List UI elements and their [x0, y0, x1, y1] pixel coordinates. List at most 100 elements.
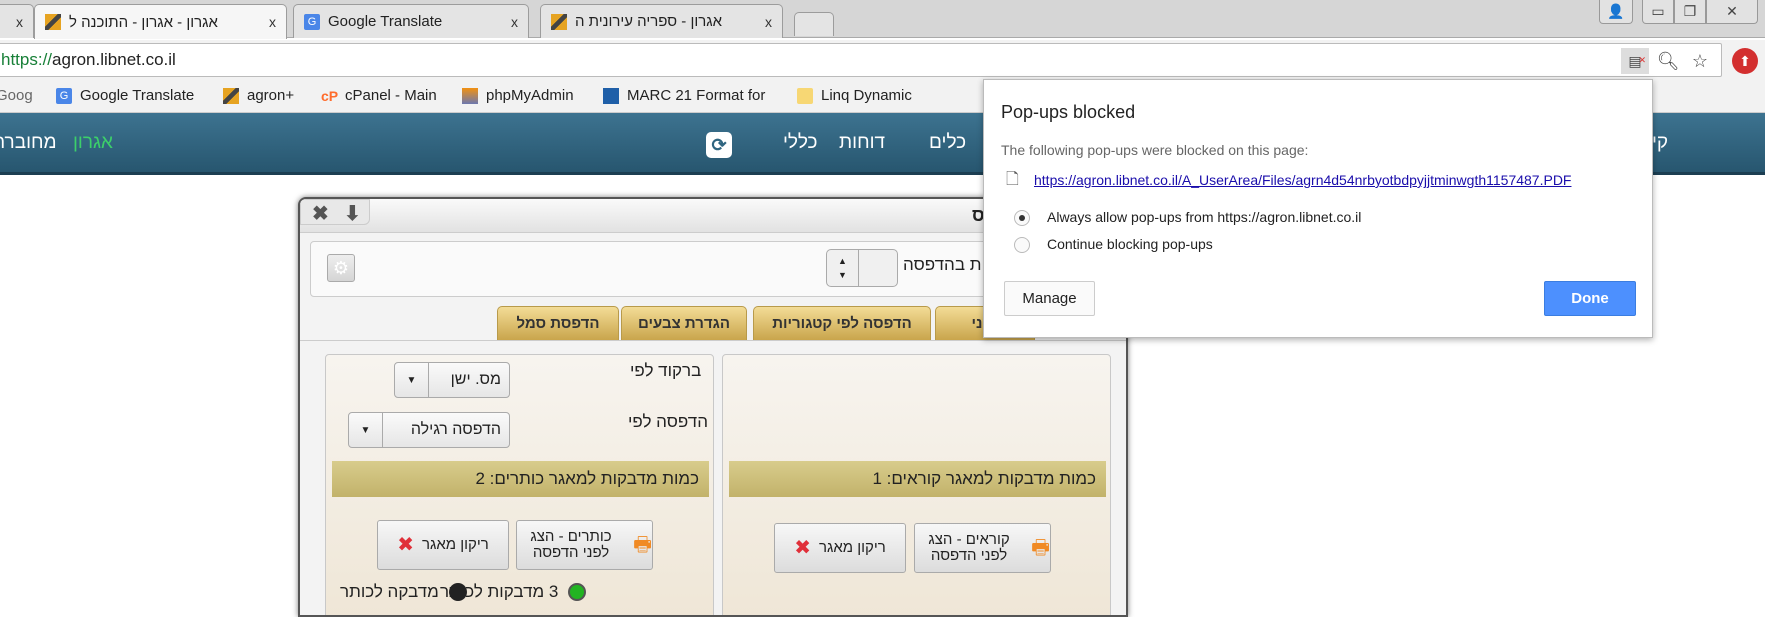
titles-clear-button[interactable]: ריקון מאגר ✖	[377, 520, 509, 570]
agron-icon	[223, 87, 239, 104]
titles-count-header: כמות מדבקות למאגר כותרים: 2	[332, 461, 709, 497]
bookmark-marc[interactable]: MARC 21 Format for	[603, 87, 765, 104]
extension-icon[interactable]: ⬆	[1732, 48, 1758, 74]
readers-clear-button[interactable]: ריקון מאגר ✖	[774, 523, 906, 573]
refresh-icon[interactable]: ⟳	[706, 132, 732, 158]
cpanel-icon: cP	[321, 87, 339, 104]
button-label: קוראים - הצג לפני הדפסה	[928, 531, 1010, 564]
titles-preview-button[interactable]: 🖶 כותרים - הצג לפני הדפסה	[516, 520, 653, 570]
barcode-value: מס. ישן	[450, 371, 501, 388]
red-x-icon: ✖	[397, 534, 414, 556]
bookmark-phpmyadmin[interactable]: phpMyAdmin	[462, 87, 574, 104]
popup-blocked-icon[interactable]: ▤ ✕	[1621, 48, 1649, 74]
copies-value[interactable]	[859, 250, 897, 286]
close-window-button[interactable]: ✕	[1706, 0, 1758, 24]
brand-name: אגרון	[73, 132, 113, 153]
tab-print-symbol[interactable]: הדפסת סמל	[497, 306, 619, 340]
url-host: agron.libnet.co.il	[52, 50, 176, 69]
copies-label: ת בהדפסה	[903, 255, 982, 274]
print-by-label: הדפסה לפי	[628, 412, 708, 431]
agron-icon	[45, 14, 61, 30]
folder-icon	[797, 87, 813, 104]
stepper-up-icon[interactable]: ▲	[838, 254, 847, 268]
done-button[interactable]: Done	[1544, 281, 1636, 316]
bookmark-label: MARC 21 Format for	[627, 87, 766, 104]
popup-title: Pop-ups blocked	[1001, 102, 1136, 122]
tab-title: Google Translate	[328, 13, 443, 30]
readers-count-header: כמות מדבקות למאגר קוראים: 1	[729, 461, 1106, 497]
always-allow-label[interactable]: Always allow pop-ups from https://agron.…	[1047, 209, 1361, 225]
barcode-select[interactable]: מס. ישן ▼	[394, 362, 510, 398]
google-translate-icon: G	[56, 87, 72, 104]
bookmark-label: phpMyAdmin	[486, 87, 574, 104]
tab-partial[interactable]: x	[0, 4, 34, 38]
tab-color-settings[interactable]: הגדרת צבעים	[621, 306, 747, 340]
connection-status: מחוברת	[0, 132, 57, 153]
bookmark-google-translate[interactable]: G Google Translate	[56, 87, 194, 104]
black-indicator-icon	[448, 583, 467, 601]
tab-agron-active[interactable]: אגרון - אגרון - התוכנה ל x	[34, 4, 287, 39]
tab-close[interactable]: x	[269, 14, 276, 30]
file-icon: 🗋	[1006, 171, 1019, 188]
bookmark-cpanel[interactable]: cP cPanel - Main	[321, 87, 437, 104]
nav-item-tools[interactable]: כלים	[929, 132, 966, 154]
bookmark-label: cPanel - Main	[345, 87, 437, 104]
agron-icon	[551, 13, 567, 30]
star-icon[interactable]: ☆	[1686, 48, 1714, 74]
print-by-value: הדפסה רגילה	[410, 421, 501, 438]
printer-icon: 🖶	[1031, 537, 1050, 559]
tab-strip: x אגרון - אגרון - התוכנה ל x G Google Tr…	[0, 0, 1765, 39]
url-scheme: https://	[1, 50, 53, 69]
minimize-button[interactable]: ▭	[1642, 0, 1674, 24]
dropdown-arrow-icon: ▼	[349, 413, 383, 447]
readers-preview-button[interactable]: 🖶 קוראים - הצג לפני הדפסה	[914, 523, 1051, 573]
bookmark-label: Linq Dynamic	[821, 87, 912, 104]
one-label-option[interactable]: מדבקה לכותר	[340, 582, 467, 602]
button-label: ריקון מאגר	[818, 539, 886, 556]
blocked-popup-link[interactable]: https://agron.libnet.co.il/A_UserArea/Fi…	[1034, 172, 1571, 188]
new-tab-button[interactable]	[794, 12, 834, 36]
red-x-icon: ✖	[794, 537, 811, 559]
tab-close[interactable]: x	[16, 14, 23, 30]
option-label: מדבקה לכותר	[340, 582, 439, 601]
tab-google-translate[interactable]: G Google Translate x	[293, 4, 529, 38]
google-translate-icon: G	[304, 13, 320, 30]
button-label: ריקון מאגר	[421, 536, 489, 553]
tab-title: אגרון - ספריה עירונית ה	[575, 13, 723, 30]
radio-continue-blocking[interactable]	[1014, 237, 1030, 253]
bookmark-label: agron+	[247, 87, 295, 104]
manage-button[interactable]: Manage	[1004, 281, 1095, 316]
dropdown-arrow-icon: ▼	[395, 363, 429, 397]
bookmark-label: Google Translate	[80, 87, 195, 104]
stepper-down-icon[interactable]: ▼	[838, 268, 847, 282]
green-indicator-icon	[568, 583, 587, 601]
bookmark-goog[interactable]: Goog	[0, 87, 33, 104]
tab-close[interactable]: x	[765, 14, 772, 30]
tab-agron-library[interactable]: אגרון - ספריה עירונית ה x	[540, 4, 783, 38]
popups-blocked-bubble: Pop-ups blocked The following pop-ups we…	[983, 79, 1653, 338]
bookmark-agron[interactable]: agron+	[223, 87, 294, 104]
barcode-label: ברקוד לפי	[630, 361, 702, 380]
continue-blocking-label[interactable]: Continue blocking pop-ups	[1047, 236, 1213, 252]
print-by-select[interactable]: הדפסה רגילה ▼	[348, 412, 510, 448]
marc-icon	[603, 87, 619, 104]
tab-print-by-category[interactable]: הדפסה לפי קטגוריות	[753, 306, 931, 340]
gear-icon[interactable]: ⚙	[327, 254, 355, 282]
button-label: כותרים - הצג לפני הדפסה	[530, 528, 612, 561]
tab-title: אגרון - אגרון - התוכנה ל	[69, 13, 218, 31]
phpmyadmin-icon	[462, 87, 478, 104]
tab-close[interactable]: x	[511, 14, 518, 30]
bookmark-linq[interactable]: Linq Dynamic	[797, 87, 912, 104]
download-icon[interactable]: ⬇	[344, 201, 361, 226]
zoom-out-icon[interactable]: 🔍︎	[1654, 48, 1682, 74]
restore-button[interactable]: ❐	[1674, 0, 1706, 24]
address-bar[interactable]: https://agron.libnet.co.il	[0, 43, 1722, 77]
nav-item-general[interactable]: כללי	[783, 132, 817, 154]
nav-item-reports[interactable]: דוחות	[839, 132, 885, 154]
nav-item-partial[interactable]: קי	[1652, 132, 1668, 154]
user-icon[interactable]: 👤	[1599, 0, 1633, 24]
close-icon[interactable]: ✖	[312, 201, 329, 226]
popup-description: The following pop-ups were blocked on th…	[1001, 142, 1309, 158]
copies-stepper[interactable]: ▲ ▼	[826, 249, 898, 287]
radio-always-allow[interactable]	[1014, 210, 1030, 226]
